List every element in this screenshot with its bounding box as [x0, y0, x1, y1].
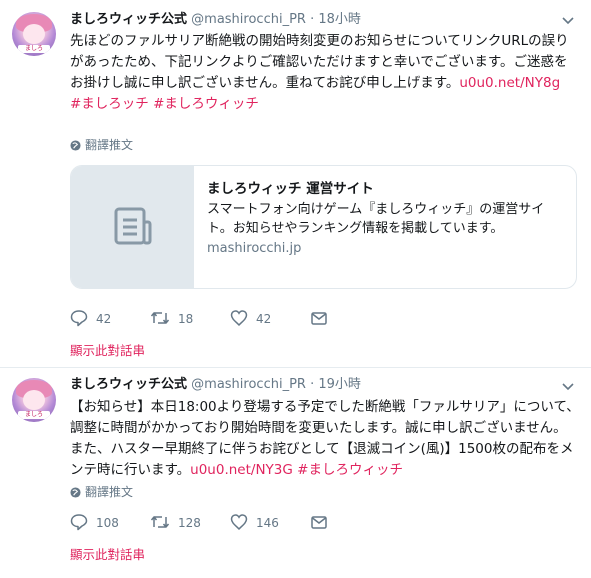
chevron-down-icon[interactable]	[561, 380, 575, 394]
timestamp[interactable]: 18小時	[318, 12, 361, 27]
avatar[interactable]: ましろ	[12, 12, 56, 56]
chevron-down-icon[interactable]	[561, 14, 575, 28]
tweet[interactable]: ましろ ましろウィッチ公式 @mashirocchi_PR · 19小時 【お知…	[0, 368, 591, 578]
tweet-actions: 108 128 146	[70, 513, 370, 533]
display-name[interactable]: ましろウィッチ公式	[70, 12, 187, 27]
link-card[interactable]: ましろウィッチ 運営サイト スマートフォン向けゲーム『ましろウィッチ』の運営サイ…	[70, 165, 577, 289]
timestamp[interactable]: 19小時	[318, 377, 361, 392]
reply-icon	[70, 310, 88, 327]
retweet-button[interactable]: 128	[150, 513, 201, 533]
tweet-actions: 42 18 42	[70, 309, 370, 329]
reply-count: 42	[96, 312, 112, 326]
avatar[interactable]: ましろ	[12, 378, 56, 422]
separator: ·	[310, 377, 315, 392]
tweet[interactable]: ましろ ましろウィッチ公式 @mashirocchi_PR · 18小時 先ほど…	[0, 0, 591, 368]
translate-label: 翻譯推文	[85, 485, 134, 499]
tweet-text: 【お知らせ】本日18:00より登場する予定でした断絶戦「ファルサリア」について、…	[70, 397, 580, 481]
like-button[interactable]: 146	[230, 513, 279, 533]
tweet-link[interactable]: u0u0.net/NY3G	[190, 462, 293, 478]
tweet-header: ましろウィッチ公式 @mashirocchi_PR · 18小時	[70, 10, 361, 30]
hashtags[interactable]: #ましろッチ #ましろウィッチ	[70, 96, 259, 112]
hashtags[interactable]: #ましろウィッチ	[297, 462, 403, 478]
like-button[interactable]: 42	[230, 309, 271, 329]
retweet-icon	[150, 516, 170, 528]
show-thread-link[interactable]: 顯示此對話串	[70, 340, 145, 359]
globe-icon	[70, 140, 81, 151]
retweet-count: 128	[178, 516, 201, 530]
like-count: 146	[256, 516, 279, 530]
retweet-icon	[150, 312, 170, 324]
reply-count: 108	[96, 516, 119, 530]
handle[interactable]: @mashirocchi_PR	[191, 377, 306, 392]
retweet-button[interactable]: 18	[150, 309, 193, 329]
reply-icon	[70, 514, 88, 531]
document-icon	[114, 207, 152, 245]
translate-button[interactable]: 翻譯推文	[70, 484, 133, 500]
show-thread-link[interactable]: 顯示此對話串	[70, 544, 145, 563]
handle[interactable]: @mashirocchi_PR	[191, 12, 306, 27]
card-title: ましろウィッチ 運営サイト	[207, 181, 374, 197]
tweet-text: 先ほどのファルサリア断絶戦の開始時刻変更のお知らせについてリンクURLの誤りがあ…	[70, 31, 580, 115]
heart-icon	[230, 514, 248, 531]
tweet-header: ましろウィッチ公式 @mashirocchi_PR · 19小時	[70, 375, 361, 395]
tweet-link[interactable]: u0u0.net/NY8g	[459, 75, 560, 91]
globe-icon	[70, 487, 81, 498]
card-description: スマートフォン向けゲーム『ましろウィッチ』の運営サイト。お知らせやランキング情報…	[207, 202, 545, 236]
display-name[interactable]: ましろウィッチ公式	[70, 377, 187, 392]
translate-button[interactable]: 翻譯推文	[70, 137, 133, 153]
like-count: 42	[256, 312, 272, 326]
translate-label: 翻譯推文	[85, 138, 134, 152]
separator: ·	[310, 12, 315, 27]
dm-button[interactable]	[310, 309, 336, 329]
reply-button[interactable]: 42	[70, 309, 111, 329]
card-thumbnail	[71, 166, 194, 288]
heart-icon	[230, 310, 248, 327]
mail-icon	[311, 312, 327, 325]
reply-button[interactable]: 108	[70, 513, 119, 533]
dm-button[interactable]	[310, 513, 336, 533]
retweet-count: 18	[178, 312, 194, 326]
card-url: mashirocchi.jp	[207, 241, 302, 256]
mail-icon	[311, 516, 327, 529]
